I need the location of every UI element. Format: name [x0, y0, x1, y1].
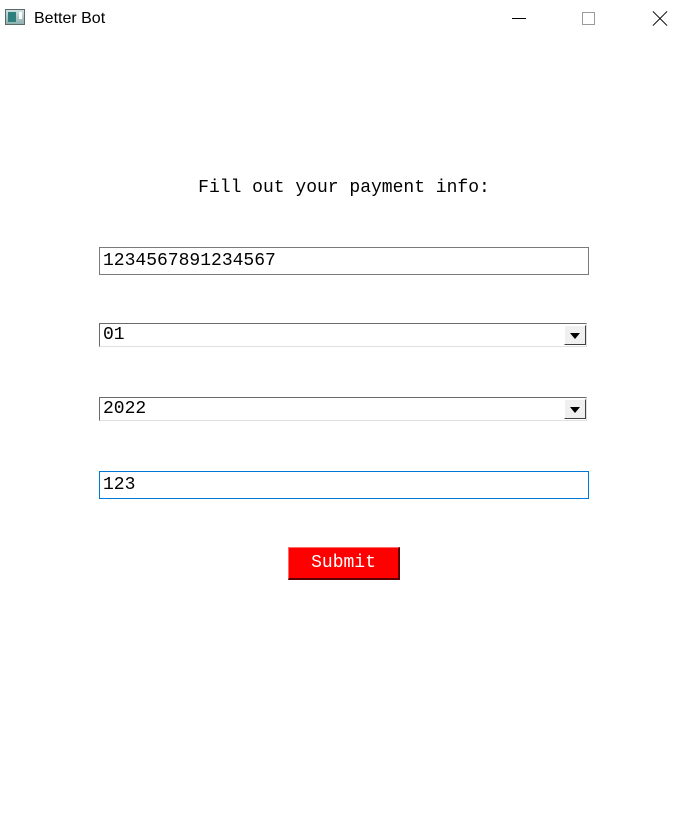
expiry-month-value: 01 — [103, 325, 125, 345]
expiry-year-select[interactable]: 2022 — [99, 397, 587, 421]
app-window-icon — [5, 9, 25, 25]
expiry-month-select[interactable]: 01 — [99, 323, 587, 347]
close-icon[interactable] — [636, 0, 681, 38]
chevron-down-icon[interactable] — [564, 399, 586, 419]
chevron-down-icon[interactable] — [564, 325, 586, 345]
window-title: Better Bot — [34, 10, 106, 27]
submit-button[interactable]: Submit — [288, 547, 400, 580]
title-bar: Better Bot — [0, 0, 681, 38]
form-heading: Fill out your payment info: — [198, 178, 490, 198]
expiry-year-value: 2022 — [103, 399, 147, 419]
card-number-field[interactable]: 1234567891234567 — [99, 247, 589, 275]
minimize-icon[interactable] — [496, 0, 542, 38]
maximize-icon[interactable] — [566, 0, 612, 38]
cvv-field[interactable]: 123 — [99, 471, 589, 499]
